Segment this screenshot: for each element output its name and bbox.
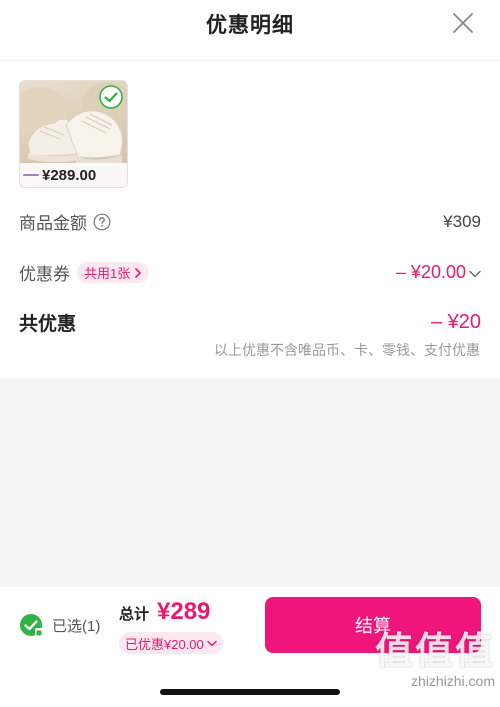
coupon-discount-value: – ¥20.00 (395, 262, 466, 282)
total-label: 总计 (119, 606, 150, 623)
product-thumbnail[interactable]: ¥289.00 (19, 80, 128, 188)
watermark: 值值值 zhizhizhi.com (345, 620, 495, 689)
total-discount-label: 共优惠 (19, 314, 77, 335)
watermark-site: zhizhizhi.com (410, 673, 495, 689)
select-all-toggle[interactable]: 已选(1) (19, 613, 100, 637)
selected-count: 已选(1) (52, 617, 101, 635)
goods-amount-row: 商品金额 ¥309 (19, 209, 481, 234)
header-divider (0, 60, 500, 61)
coupon-count-text: 共用1张 (84, 266, 131, 281)
chevron-down-icon[interactable] (469, 270, 481, 278)
home-indicator (160, 689, 340, 695)
product-price-strip: ¥289.00 (20, 163, 127, 187)
discount-note: 以上优惠不含唯品币、卡、零钱、支付优惠 (214, 342, 480, 358)
chevron-right-icon (135, 267, 142, 278)
goods-amount-value: ¥309 (443, 211, 481, 231)
coupon-count-chip[interactable]: 共用1张 (77, 262, 150, 283)
saved-amount-text: 已优惠¥20.00 (125, 636, 204, 652)
total-value: ¥289 (157, 598, 211, 625)
discount-detail-sheet: 优惠明细 ¥289.00 商品金额 ¥309 优惠券 共用1张 – ¥20.00… (0, 0, 500, 378)
close-icon[interactable] (452, 12, 474, 34)
total-discount-value: – ¥20 (430, 311, 481, 333)
watermark-logo-text: 值值值 (374, 631, 495, 673)
chevron-down-icon (207, 640, 217, 646)
check-circle-icon (99, 85, 123, 109)
coupon-row[interactable]: 优惠券 共用1张 – ¥20.00 (19, 260, 481, 285)
promo-mini-tag (23, 174, 39, 176)
goods-amount-label: 商品金额 (19, 214, 87, 233)
page-title: 优惠明细 (206, 14, 294, 37)
saved-amount-chip[interactable]: 已优惠¥20.00 (119, 632, 223, 654)
coupon-label: 优惠券 (19, 265, 70, 284)
help-icon[interactable] (93, 213, 111, 231)
check-circle-icon[interactable] (19, 613, 43, 637)
order-total: 总计 ¥289 已优惠¥20.00 (119, 598, 223, 654)
total-discount-row: 共优惠 – ¥20 (19, 309, 481, 336)
product-price: ¥289.00 (42, 166, 97, 184)
header: 优惠明细 (0, 0, 500, 48)
